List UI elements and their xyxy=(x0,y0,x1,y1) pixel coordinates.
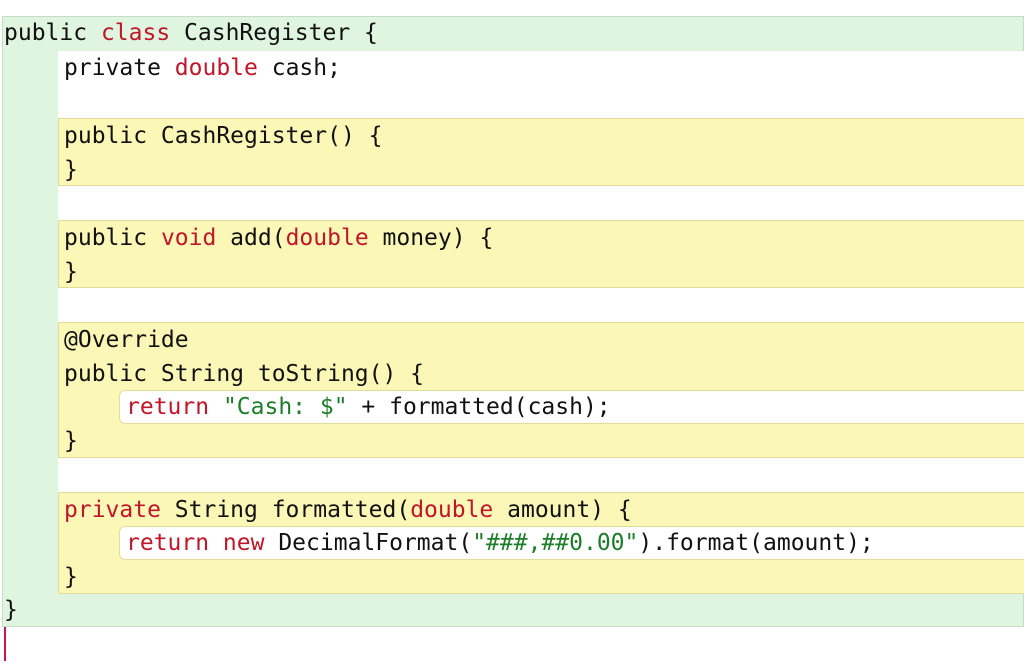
code-line-formatted-method: private String formatted(double amount) … xyxy=(64,497,632,523)
text-cursor xyxy=(4,627,6,661)
code-line-annotation: @Override xyxy=(64,327,189,353)
block-gap xyxy=(58,186,1024,220)
code-editor[interactable]: public class CashRegister { private doub… xyxy=(0,0,1024,666)
code-line-add-method: public void add(double money) { xyxy=(64,225,494,251)
code-line-return-cash: return "Cash: $" + formatted(cash); xyxy=(126,394,611,420)
code-line-closing-brace: } xyxy=(64,428,78,454)
code-line-closing-brace: } xyxy=(64,564,78,590)
code-token: String formatted( xyxy=(160,497,411,523)
block-gap xyxy=(58,86,1024,118)
code-line-closing-brace: } xyxy=(64,157,78,183)
code-line-constructor: public CashRegister() { xyxy=(64,123,383,149)
block-gap xyxy=(58,458,1024,492)
code-line-class-declaration: public class CashRegister { xyxy=(4,20,378,46)
code-line-field: private double cash; xyxy=(64,55,341,81)
code-line-class-closing-brace: } xyxy=(4,597,18,623)
code-line-tostring-method: public String toString() { xyxy=(64,361,425,387)
keyword-token: return new xyxy=(126,530,265,556)
block-gap xyxy=(58,288,1024,322)
code-token: DecimalFormat( xyxy=(264,530,473,556)
keyword-token: private xyxy=(64,497,161,523)
code-line-return-format: return new DecimalFormat("###,##0.00").f… xyxy=(126,530,874,556)
code-line-closing-brace: } xyxy=(64,259,78,285)
